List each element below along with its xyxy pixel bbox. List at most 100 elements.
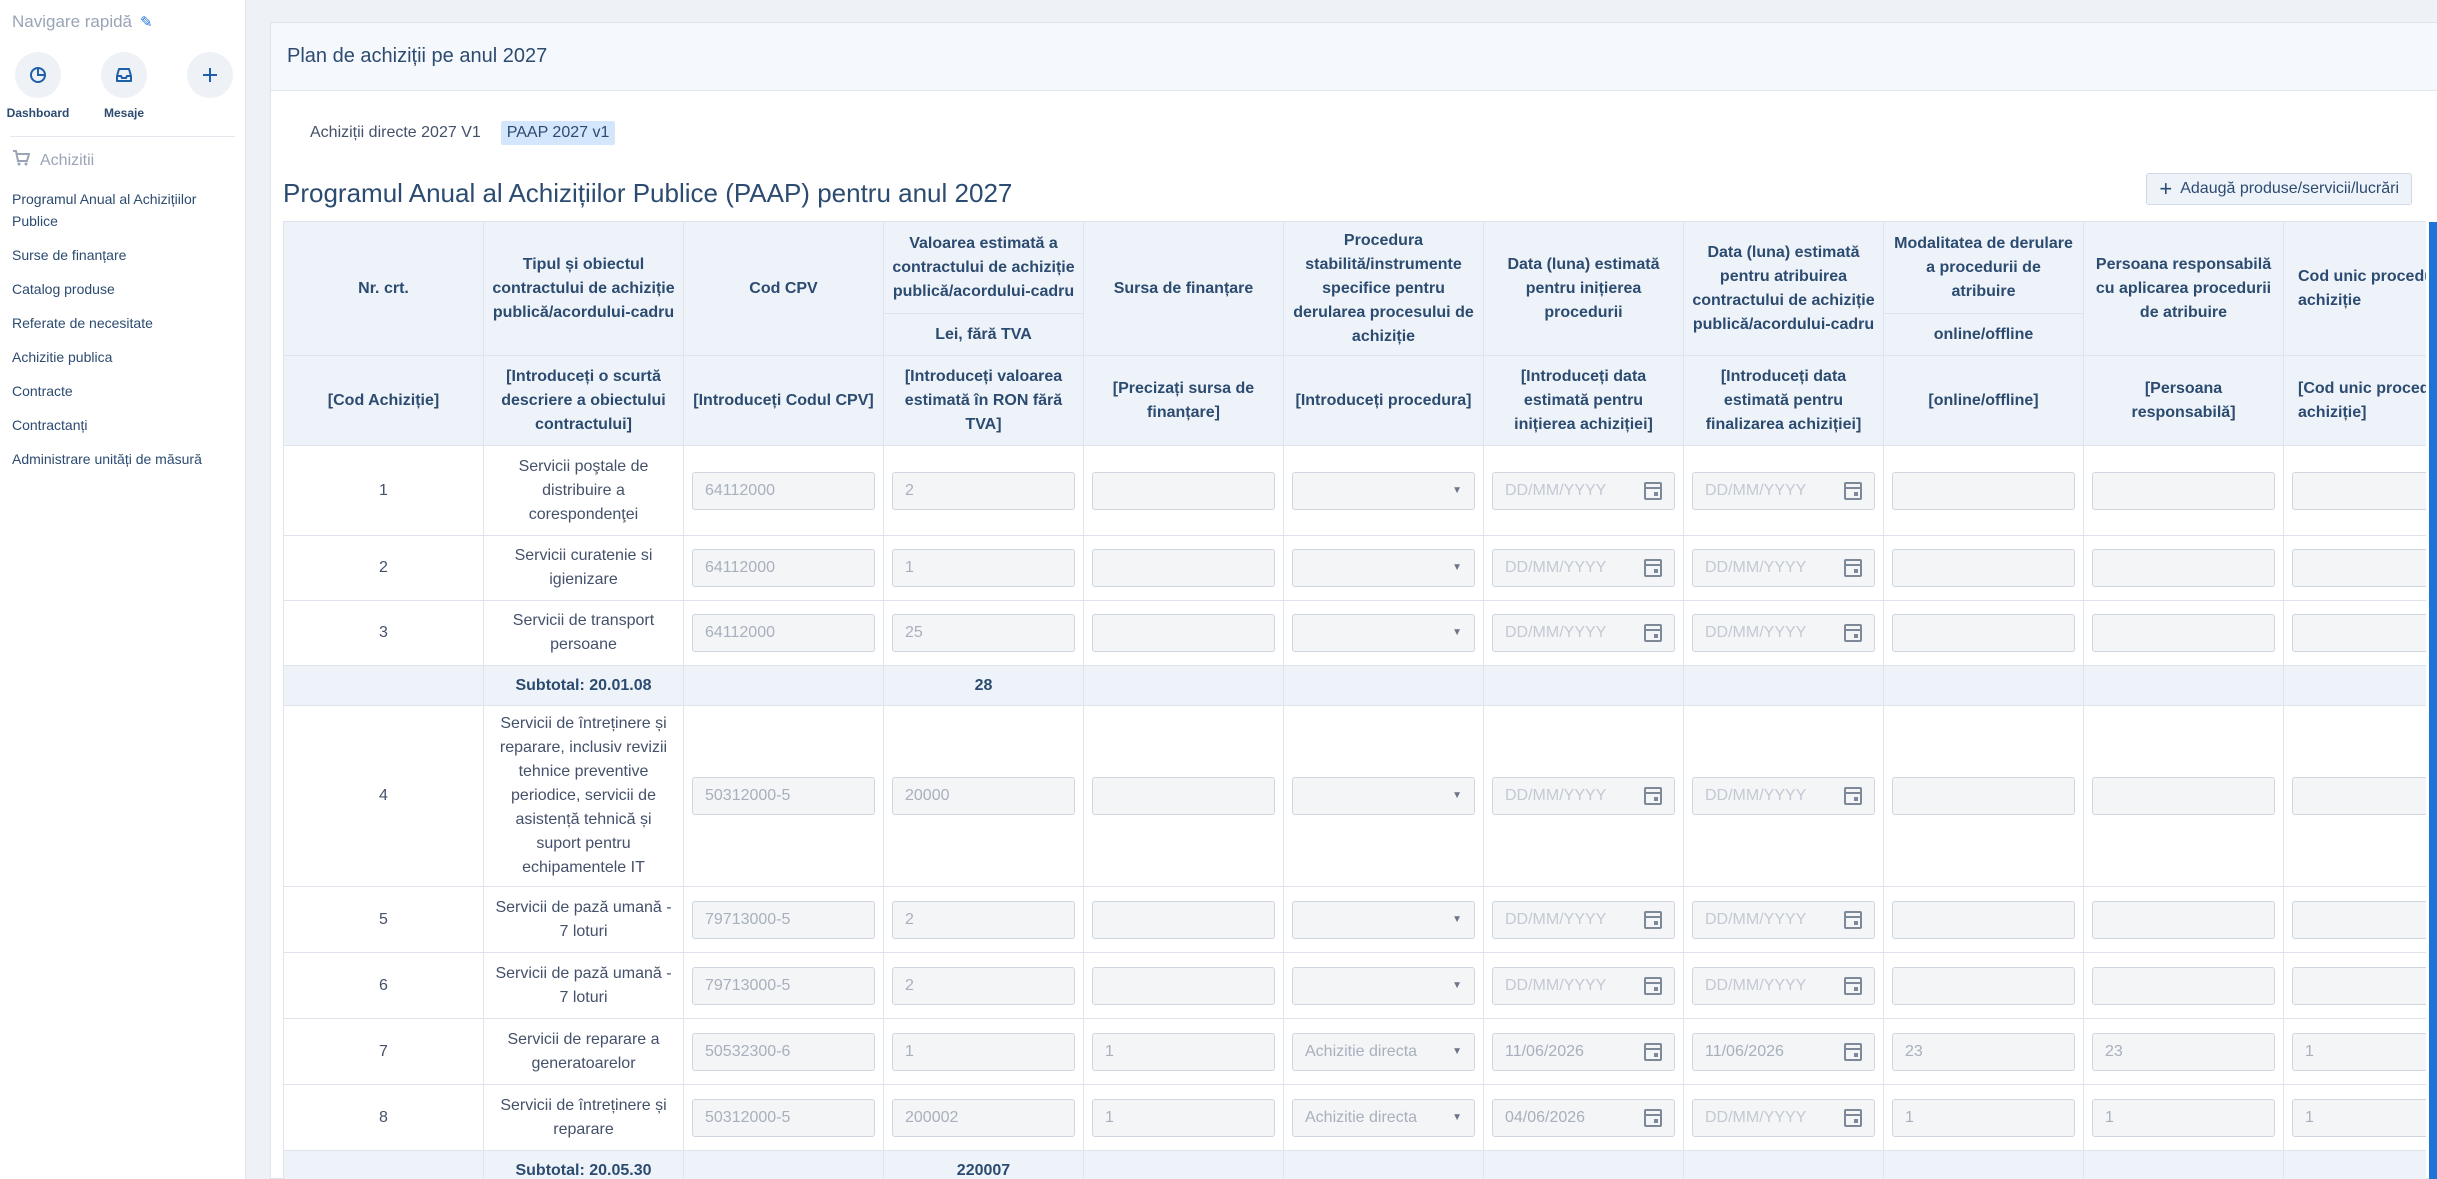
data-init-date-input[interactable]: DD/MM/YYYY [1492, 900, 1675, 939]
cod-unic-input[interactable] [2292, 900, 2426, 939]
calendar-icon[interactable] [1644, 910, 1662, 929]
modalitate-input[interactable] [1892, 549, 2075, 587]
modalitate-input[interactable] [1892, 777, 2075, 815]
tab-paap[interactable]: PAAP 2027 v1 [500, 121, 616, 145]
sursa-input[interactable] [1092, 471, 1275, 510]
persoana-input[interactable] [2092, 900, 2275, 939]
sidebar-item-contractanti[interactable]: Contractanți [12, 414, 234, 436]
data-atrib-date-input[interactable]: 11/06/2026 [1692, 1032, 1875, 1071]
cpv-input[interactable]: 50312000-5 [692, 777, 875, 815]
sidebar-item-unitati-masura[interactable]: Administrare unități de măsură [12, 448, 234, 470]
data-atrib-date-input[interactable]: DD/MM/YYYY [1692, 614, 1875, 652]
cod-unic-input[interactable] [2292, 777, 2426, 815]
calendar-icon[interactable] [1644, 624, 1662, 642]
valoare-input[interactable]: 25 [892, 614, 1075, 652]
sidebar-item-achizitie-publica[interactable]: Achizitie publica [12, 346, 234, 368]
persoana-input[interactable] [2092, 549, 2275, 587]
persoana-input[interactable] [2092, 777, 2275, 815]
cod-unic-input[interactable]: 1 [2292, 1098, 2426, 1137]
calendar-icon[interactable] [1844, 559, 1862, 577]
data-init-date-input[interactable]: 11/06/2026 [1492, 1032, 1675, 1071]
valoare-input[interactable]: 1 [892, 549, 1075, 587]
sidebar-item-surse-finantare[interactable]: Surse de finanțare [12, 244, 234, 266]
sidebar-item-paap[interactable]: Programul Anual al Achizițiilor Publice [12, 188, 234, 232]
persoana-input[interactable]: 23 [2092, 1032, 2275, 1071]
calendar-icon[interactable] [1844, 624, 1862, 642]
procedura-select[interactable]: ▼ [1292, 966, 1475, 1005]
data-init-date-input[interactable]: DD/MM/YYYY [1492, 777, 1675, 815]
vertical-scrollbar[interactable] [2429, 222, 2437, 1179]
procedura-select[interactable]: ▼ [1292, 900, 1475, 939]
data-atrib-date-input[interactable]: DD/MM/YYYY [1692, 900, 1875, 939]
calendar-icon[interactable] [1844, 910, 1862, 929]
cod-unic-input[interactable] [2292, 471, 2426, 510]
cpv-input[interactable]: 64112000 [692, 614, 875, 652]
calendar-icon[interactable] [1844, 1108, 1862, 1127]
sursa-input[interactable] [1092, 549, 1275, 587]
calendar-icon[interactable] [1644, 976, 1662, 995]
cod-unic-input[interactable]: 1 [2292, 1032, 2426, 1071]
sursa-input[interactable] [1092, 900, 1275, 939]
sursa-input[interactable] [1092, 966, 1275, 1005]
valoare-input[interactable]: 1 [892, 1032, 1075, 1071]
valoare-input[interactable]: 20000 [892, 777, 1075, 815]
pencil-icon[interactable]: ✎ [140, 13, 153, 31]
cod-unic-input[interactable] [2292, 614, 2426, 652]
valoare-input[interactable]: 2 [892, 471, 1075, 510]
modalitate-input[interactable] [1892, 966, 2075, 1005]
procedura-select[interactable]: ▼ [1292, 471, 1475, 510]
quick-item-mesaje[interactable]: Mesaje [94, 52, 154, 120]
modalitate-input[interactable] [1892, 900, 2075, 939]
sidebar-item-referate[interactable]: Referate de necesitate [12, 312, 234, 334]
modalitate-input[interactable] [1892, 471, 2075, 510]
cpv-input[interactable]: 64112000 [692, 471, 875, 510]
sidebar-item-catalog-produse[interactable]: Catalog produse [12, 278, 234, 300]
sursa-input[interactable]: 1 [1092, 1098, 1275, 1137]
procedura-select[interactable]: ▼ [1292, 777, 1475, 815]
sursa-input[interactable] [1092, 777, 1275, 815]
sursa-input[interactable]: 1 [1092, 1032, 1275, 1071]
data-init-date-input[interactable]: DD/MM/YYYY [1492, 471, 1675, 510]
data-init-date-input[interactable]: DD/MM/YYYY [1492, 966, 1675, 1005]
sidebar-item-contracte[interactable]: Contracte [12, 380, 234, 402]
data-init-date-input[interactable]: 04/06/2026 [1492, 1098, 1675, 1137]
calendar-icon[interactable] [1644, 787, 1662, 805]
data-atrib-date-input[interactable]: DD/MM/YYYY [1692, 966, 1875, 1005]
calendar-icon[interactable] [1644, 1042, 1662, 1061]
calendar-icon[interactable] [1844, 976, 1862, 995]
cpv-input[interactable]: 50312000-5 [692, 1098, 875, 1137]
calendar-icon[interactable] [1844, 1042, 1862, 1061]
sidebar-section-achizitii[interactable]: Achizitii [12, 150, 94, 171]
procedura-select[interactable]: ▼ [1292, 549, 1475, 587]
modalitate-input[interactable]: 1 [1892, 1098, 2075, 1137]
cod-unic-input[interactable] [2292, 966, 2426, 1005]
data-atrib-date-input[interactable]: DD/MM/YYYY [1692, 549, 1875, 587]
procedura-select[interactable]: Achizitie directa ▼ [1292, 1032, 1475, 1071]
sursa-input[interactable] [1092, 614, 1275, 652]
data-init-date-input[interactable]: DD/MM/YYYY [1492, 614, 1675, 652]
cpv-input[interactable]: 79713000-5 [692, 966, 875, 1005]
add-products-button[interactable]: + Adaugă produse/servicii/lucrări [2146, 173, 2412, 205]
quick-item-dashboard[interactable]: Dashboard [7, 52, 69, 120]
cpv-input[interactable]: 64112000 [692, 549, 875, 587]
procedura-select[interactable]: ▼ [1292, 614, 1475, 652]
persoana-input[interactable] [2092, 471, 2275, 510]
procedura-select[interactable]: Achizitie directa ▼ [1292, 1098, 1475, 1137]
persoana-input[interactable] [2092, 966, 2275, 1005]
modalitate-input[interactable] [1892, 614, 2075, 652]
quick-item-add[interactable] [180, 52, 240, 120]
data-atrib-date-input[interactable]: DD/MM/YYYY [1692, 471, 1875, 510]
data-init-date-input[interactable]: DD/MM/YYYY [1492, 549, 1675, 587]
data-atrib-date-input[interactable]: DD/MM/YYYY [1692, 1098, 1875, 1137]
calendar-icon[interactable] [1644, 1108, 1662, 1127]
modalitate-input[interactable]: 23 [1892, 1032, 2075, 1071]
data-atrib-date-input[interactable]: DD/MM/YYYY [1692, 777, 1875, 815]
valoare-input[interactable]: 200002 [892, 1098, 1075, 1137]
persoana-input[interactable] [2092, 614, 2275, 652]
valoare-input[interactable]: 2 [892, 900, 1075, 939]
calendar-icon[interactable] [1644, 559, 1662, 577]
cpv-input[interactable]: 50532300-6 [692, 1032, 875, 1071]
cpv-input[interactable]: 79713000-5 [692, 900, 875, 939]
calendar-icon[interactable] [1644, 481, 1662, 500]
calendar-icon[interactable] [1844, 481, 1862, 500]
